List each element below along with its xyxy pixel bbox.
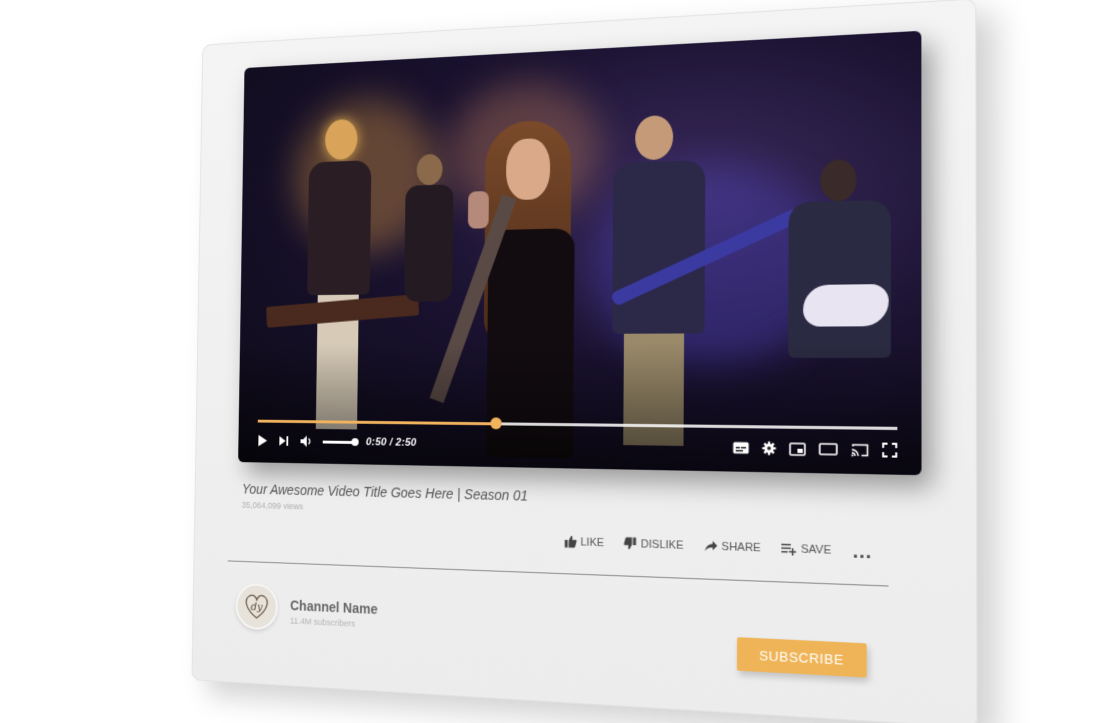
avatar[interactable]: dy: [235, 582, 279, 631]
video-actions: LIKE DISLIKE SHARE SAVE ...: [564, 535, 873, 562]
subscribe-button[interactable]: SUBSCRIBE: [736, 637, 867, 678]
settings-icon[interactable]: [762, 441, 777, 456]
subscriber-count: 11.4M subscribers: [289, 615, 356, 629]
save-label: SAVE: [800, 542, 832, 557]
like-label: LIKE: [580, 535, 605, 549]
volume-icon[interactable]: [300, 434, 313, 448]
thumbs-down-icon: [624, 537, 637, 551]
fullscreen-icon[interactable]: [882, 443, 897, 458]
dislike-button[interactable]: DISLIKE: [624, 537, 684, 552]
video-player[interactable]: 0:50 / 2:50: [238, 30, 922, 476]
share-icon: [704, 540, 717, 552]
miniplayer-icon[interactable]: [789, 442, 806, 456]
channel-name[interactable]: Channel Name: [290, 597, 378, 617]
video-page-card: 0:50 / 2:50 Your Awesome Video Title Goe…: [191, 0, 978, 723]
subtitles-icon[interactable]: [733, 442, 750, 455]
play-icon[interactable]: [257, 434, 268, 447]
video-vignette: [238, 30, 922, 476]
divider: [227, 560, 889, 587]
time-display: 0:50 / 2:50: [365, 436, 417, 449]
save-button[interactable]: SAVE: [781, 542, 832, 557]
playlist-add-icon: [781, 542, 797, 556]
more-options-button[interactable]: ...: [853, 540, 873, 562]
skip-next-icon[interactable]: [278, 435, 289, 447]
channel-logo-icon: dy: [242, 591, 272, 621]
like-button[interactable]: LIKE: [564, 535, 604, 549]
theater-mode-icon[interactable]: [819, 443, 838, 456]
thumbs-up-icon: [564, 535, 577, 549]
view-count: 35,064,099 views: [241, 500, 304, 512]
share-button[interactable]: SHARE: [704, 540, 761, 554]
cast-icon[interactable]: [851, 443, 869, 457]
svg-text:dy: dy: [251, 601, 263, 614]
share-label: SHARE: [721, 540, 761, 554]
dislike-label: DISLIKE: [640, 537, 684, 552]
volume-knob[interactable]: [351, 437, 359, 446]
volume-slider[interactable]: [322, 437, 359, 446]
